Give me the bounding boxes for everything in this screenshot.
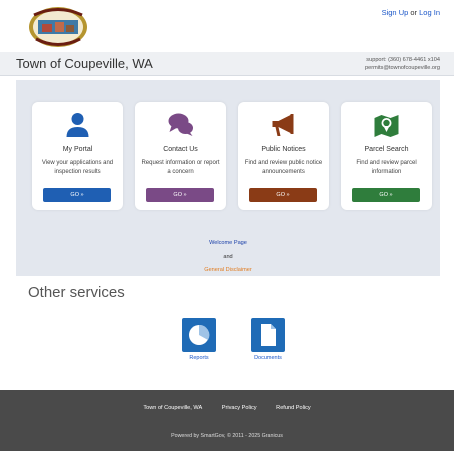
welcome-page-link[interactable]: Welcome Page xyxy=(16,240,440,246)
pie-chart-icon[interactable] xyxy=(182,318,216,352)
footer-privacy-link[interactable]: Privacy Policy xyxy=(222,405,257,411)
town-seal-logo[interactable] xyxy=(28,6,88,48)
documents-label[interactable]: Documents xyxy=(243,355,293,361)
card-title: My Portal xyxy=(62,146,93,153)
contact-us-go-button[interactable]: GO » xyxy=(146,188,214,202)
auth-links: Sign Up or Log In xyxy=(382,8,440,17)
documents-service[interactable]: Documents xyxy=(243,318,293,361)
card-parcel-search: Parcel Search Find and review parcel inf… xyxy=(341,102,432,210)
document-icon[interactable] xyxy=(251,318,285,352)
general-disclaimer-link[interactable]: General Disclaimer xyxy=(16,267,440,273)
card-description: Find and review parcel information xyxy=(356,160,417,175)
other-services-heading: Other services xyxy=(28,284,125,301)
my-portal-go-button[interactable]: GO » xyxy=(43,188,111,202)
public-notices-go-button[interactable]: GO » xyxy=(249,188,317,202)
card-contact-us: Contact Us Request information or report… xyxy=(135,102,226,210)
sign-up-link[interactable]: Sign Up xyxy=(382,8,409,17)
card-my-portal: My Portal View your applications and ins… xyxy=(32,102,123,210)
card-description: Find and review public notice announceme… xyxy=(244,160,323,175)
support-contact: support: (360) 678-4461 x104 permits@tow… xyxy=(365,56,440,72)
auth-separator: or xyxy=(410,8,418,17)
person-icon xyxy=(66,113,89,137)
powered-by-text: Powered by SmartGov, © 2011 - 2025 Grani… xyxy=(171,433,283,439)
reports-service[interactable]: Reports xyxy=(174,318,224,361)
page-title: Town of Coupeville, WA xyxy=(16,56,153,71)
megaphone-icon xyxy=(272,114,294,136)
support-phone: support: (360) 678-4461 x104 xyxy=(366,57,440,63)
log-in-link[interactable]: Log In xyxy=(419,8,440,17)
hero-section: My Portal View your applications and ins… xyxy=(16,80,440,276)
card-description: Request information or report a concern xyxy=(141,160,220,175)
footer-links: Town of Coupeville, WA Privacy Policy Re… xyxy=(0,405,454,411)
footer-town-link[interactable]: Town of Coupeville, WA xyxy=(143,405,202,411)
top-bar: Sign Up or Log In xyxy=(0,0,454,52)
card-description: View your applications and inspection re… xyxy=(41,160,114,175)
card-title: Parcel Search xyxy=(364,146,409,153)
card-title: Public Notices xyxy=(261,146,306,153)
card-title: Contact Us xyxy=(163,146,198,153)
chat-bubbles-icon xyxy=(168,113,193,136)
card-public-notices: Public Notices Find and review public no… xyxy=(238,102,329,210)
map-pin-icon xyxy=(374,115,399,137)
and-text: and xyxy=(223,254,233,260)
footer-refund-link[interactable]: Refund Policy xyxy=(276,405,311,411)
support-email[interactable]: permits@townofcoupeville.org xyxy=(365,64,440,72)
footer: Town of Coupeville, WA Privacy Policy Re… xyxy=(0,390,454,451)
reports-label[interactable]: Reports xyxy=(174,355,224,361)
parcel-search-go-button[interactable]: GO » xyxy=(352,188,420,202)
title-bar: Town of Coupeville, WA support: (360) 67… xyxy=(0,52,454,76)
